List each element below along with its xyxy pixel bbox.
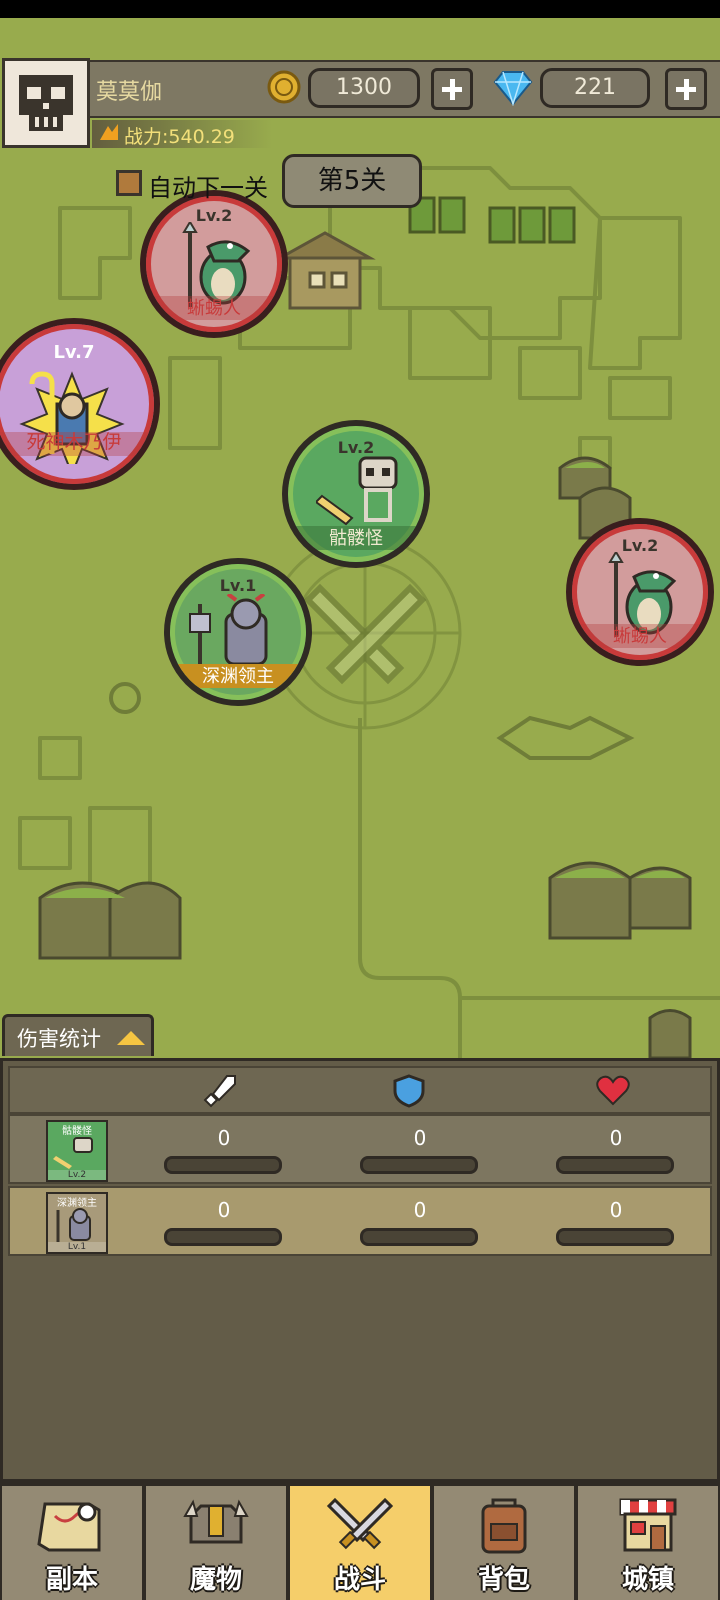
player-name: 莫莫伽 bbox=[96, 80, 163, 105]
damage-stats-label: 伤害统计 bbox=[17, 1027, 101, 1051]
coin-amount: 1300 bbox=[308, 68, 420, 108]
chevron-up-icon bbox=[117, 1031, 145, 1045]
monster-skeleton[interactable]: Lv.2 骷髅怪 bbox=[282, 420, 430, 568]
health-bar bbox=[556, 1156, 674, 1174]
diamond-gem-icon bbox=[493, 71, 533, 106]
monster-abyss-lord[interactable]: Lv.1 深渊领主 bbox=[164, 558, 312, 706]
nav-tab-backpack[interactable]: 背包 bbox=[432, 1486, 576, 1600]
defense-value: 0 bbox=[413, 1198, 427, 1222]
nav-tab-monsters[interactable]: 魔物 bbox=[144, 1486, 288, 1600]
nav-tab-battle[interactable]: 战斗 bbox=[288, 1486, 432, 1600]
skeleton-portrait: 骷髅怪 Lv.2 bbox=[46, 1120, 108, 1182]
nav-tab-town[interactable]: 城镇 bbox=[576, 1486, 720, 1600]
abyss-lord-mini-sprite bbox=[56, 1208, 91, 1242]
attack-bar bbox=[164, 1228, 282, 1246]
gem-amount: 221 bbox=[540, 68, 650, 108]
power-icon bbox=[100, 124, 118, 140]
defense-bar bbox=[360, 1156, 478, 1174]
monster-lizardman-2[interactable]: Lv.2 蜥蜴人 bbox=[566, 518, 714, 666]
health-icon bbox=[596, 1075, 630, 1106]
attack-value: 0 bbox=[217, 1126, 231, 1150]
monster-helmet-icon bbox=[183, 1499, 249, 1544]
defense-bar bbox=[360, 1228, 478, 1246]
health-value: 0 bbox=[609, 1198, 623, 1222]
monster-lizardman-1[interactable]: Lv.2 蜥蜴人 bbox=[140, 190, 288, 338]
map-scroll-icon bbox=[37, 1502, 101, 1552]
attack-value: 0 bbox=[217, 1198, 231, 1222]
attack-bar bbox=[164, 1156, 282, 1174]
skull-avatar-icon bbox=[19, 75, 73, 131]
defense-icon bbox=[393, 1074, 425, 1108]
player-avatar[interactable] bbox=[2, 58, 90, 148]
backpack-icon bbox=[481, 1498, 527, 1554]
damage-stats-tab[interactable]: 伤害统计 bbox=[2, 1014, 154, 1056]
damage-row: 深渊领主 Lv.1 0 0 0 bbox=[8, 1186, 712, 1256]
add-gems-button[interactable] bbox=[665, 68, 707, 110]
health-value: 0 bbox=[609, 1126, 623, 1150]
damage-row: 骷髅怪 Lv.2 0 0 0 bbox=[8, 1114, 712, 1184]
crossed-swords-icon bbox=[326, 1497, 394, 1550]
auto-next-label: 自动下一关 bbox=[148, 174, 268, 202]
abyss-lord-portrait: 深渊领主 Lv.1 bbox=[46, 1192, 108, 1254]
nav-tab-dungeon[interactable]: 副本 bbox=[0, 1486, 144, 1600]
attack-icon bbox=[203, 1075, 236, 1108]
skeleton-mini-sprite bbox=[53, 1137, 93, 1169]
defense-value: 0 bbox=[413, 1126, 427, 1150]
gold-coin-icon bbox=[267, 70, 301, 104]
town-shop-icon bbox=[619, 1498, 677, 1552]
status-bar bbox=[0, 0, 720, 18]
add-coins-button[interactable] bbox=[431, 68, 473, 110]
auto-next-checkbox[interactable] bbox=[116, 170, 142, 196]
stage-button[interactable]: 第5关 bbox=[282, 154, 422, 208]
health-bar bbox=[556, 1228, 674, 1246]
combat-power: 战力:540.29 bbox=[124, 126, 235, 148]
